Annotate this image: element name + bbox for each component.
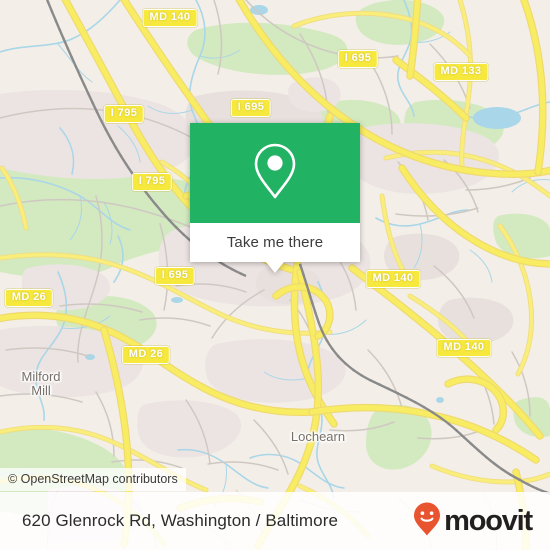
moovit-logo[interactable]: moovit	[412, 501, 533, 542]
shield-i-795-mid[interactable]: I 795	[131, 173, 173, 191]
popup-header	[190, 123, 360, 223]
moovit-map-screen: .w { fill:none; stroke:#a9d6e8; stroke-w…	[0, 0, 550, 550]
shield-md-140-low[interactable]: MD 140	[436, 339, 492, 357]
shield-i-795-upper[interactable]: I 795	[103, 105, 145, 123]
take-me-there-label: Take me there	[226, 234, 324, 251]
moovit-pin-smile-icon	[412, 501, 442, 542]
shield-i-695-left[interactable]: I 695	[154, 267, 196, 285]
shield-md-26-mid[interactable]: MD 26	[121, 346, 171, 364]
shield-i-695-top[interactable]: I 695	[337, 50, 379, 68]
place-milford-mill: Milford Mill	[21, 369, 61, 398]
shield-md-26-left[interactable]: MD 26	[4, 289, 54, 307]
shield-md-133[interactable]: MD 133	[433, 63, 489, 81]
shield-md-140-top[interactable]: MD 140	[142, 9, 198, 27]
osm-attribution[interactable]: © OpenStreetMap contributors	[0, 468, 186, 491]
map-pin-icon	[252, 142, 298, 205]
shield-i-695-upper[interactable]: I 695	[230, 99, 272, 117]
footer-bar: 620 Glenrock Rd, Washington / Baltimore …	[0, 492, 550, 550]
moovit-wordmark: moovit	[444, 504, 533, 537]
destination-popup-card[interactable]: Take me there	[190, 123, 360, 273]
shield-md-140-right[interactable]: MD 140	[365, 270, 421, 288]
address-label: 620 Glenrock Rd, Washington / Baltimore	[22, 511, 339, 530]
popup-body[interactable]: Take me there	[190, 223, 360, 262]
popup-tail-pointer	[266, 262, 284, 273]
place-lochearn: Lochearn	[290, 429, 346, 444]
